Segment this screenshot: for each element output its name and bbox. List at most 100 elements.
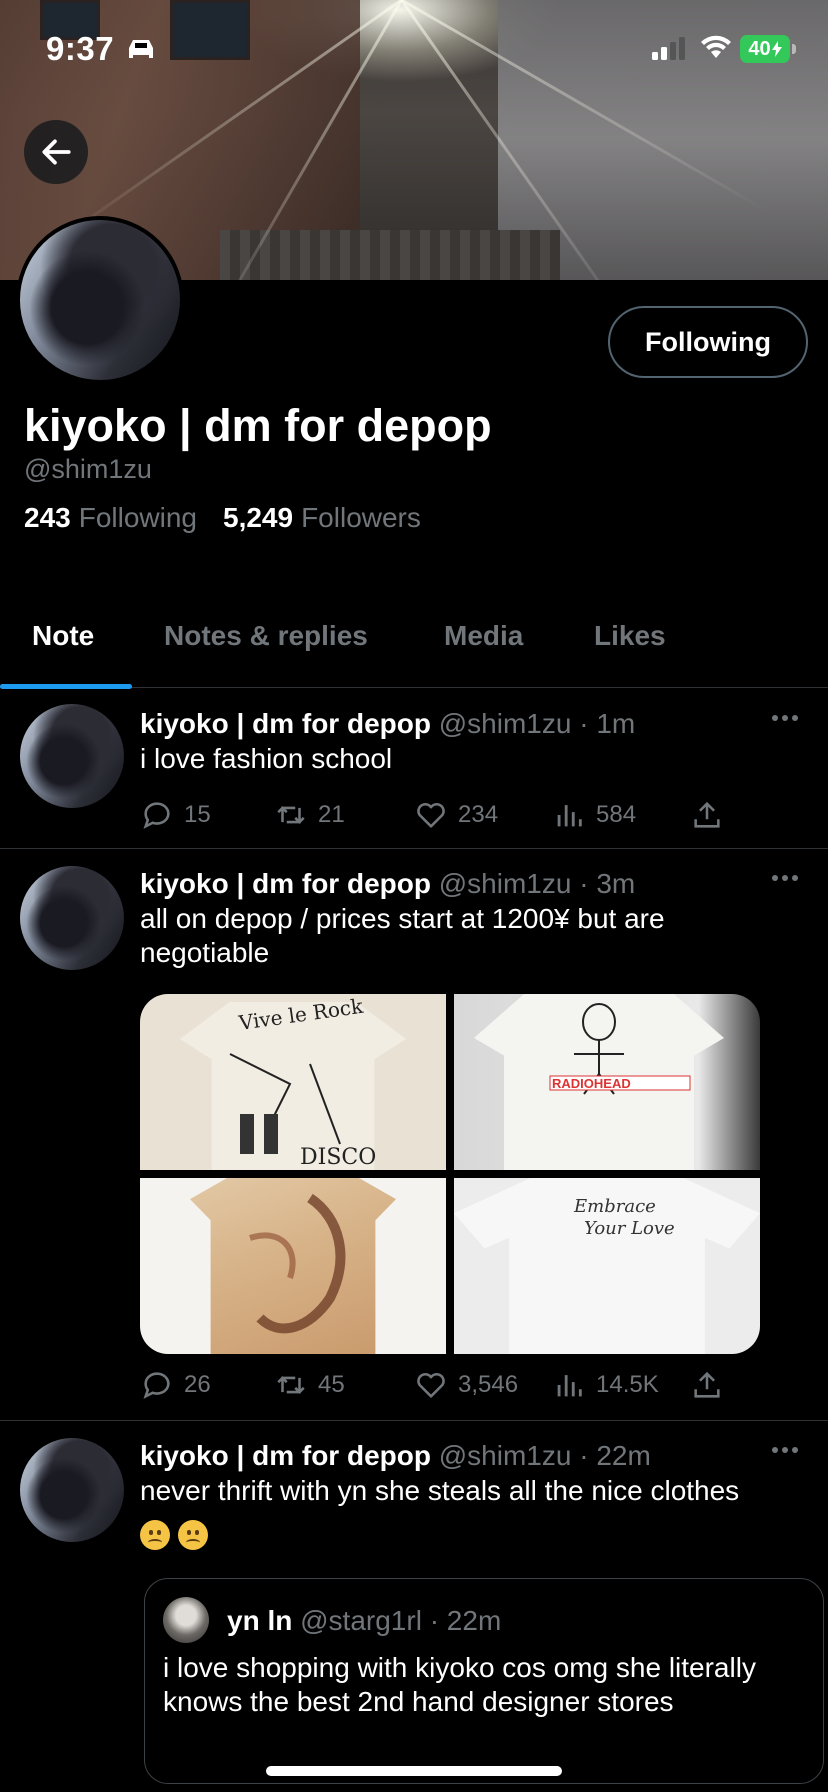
post-author-name[interactable]: kiyoko | dm for depop (140, 1440, 431, 1471)
repost-icon (277, 806, 305, 824)
following-count-link[interactable]: 243 Following (24, 502, 197, 534)
reply-icon (143, 802, 170, 829)
reply-button[interactable]: 15 (140, 798, 211, 832)
post-author-name[interactable]: kiyoko | dm for depop (140, 868, 431, 899)
more-options-icon[interactable] (770, 708, 800, 728)
post-meta: @shim1zu · 3m (438, 868, 636, 899)
followers-count-link[interactable]: 5,249 Followers (223, 502, 421, 534)
views-button[interactable]: 584 (552, 798, 636, 832)
views-button[interactable]: 14.5K (552, 1368, 659, 1402)
post-divider (0, 848, 828, 849)
media-image-radiohead-tee[interactable]: RADIOHEAD (454, 994, 760, 1170)
more-options-icon[interactable] (770, 1440, 800, 1460)
tshirt-graphic: Embrace Your Love (573, 1196, 675, 1239)
profile-avatar[interactable] (16, 216, 184, 384)
post-avatar[interactable] (20, 704, 124, 808)
quoted-post-header: yn ln @starg1rl · 22m (227, 1605, 501, 1637)
share-button[interactable] (690, 798, 724, 832)
post-avatar[interactable] (20, 866, 124, 970)
repost-button[interactable]: 45 (274, 1368, 345, 1402)
repost-button[interactable]: 21 (274, 798, 345, 832)
tab-likes[interactable]: Likes (594, 620, 666, 652)
battery-level: 40 (748, 37, 771, 60)
tab-notes-and-replies[interactable]: Notes & replies (164, 620, 368, 652)
emoji-row (140, 1516, 810, 1550)
media-image-painted-figure-tee[interactable] (140, 1178, 446, 1354)
reply-count: 26 (184, 1371, 211, 1398)
svg-text:Vive le Rock: Vive le Rock (236, 994, 365, 1035)
status-bar: 9:37 40 (0, 28, 828, 72)
profile-tabs: Note Notes & replies Media Likes (0, 596, 828, 689)
post-actions: 26 45 3,546 14.5K (140, 1368, 720, 1404)
post-actions: 15 21 234 584 (140, 798, 720, 834)
battery-indicator: 40 (740, 35, 790, 63)
post-text-body: never thrift with yn she steals all the … (140, 1475, 740, 1506)
followers-label: Followers (301, 502, 421, 533)
quoted-post[interactable]: yn ln @starg1rl · 22m i love shopping wi… (144, 1578, 824, 1784)
like-button[interactable]: 3,546 (414, 1368, 518, 1402)
home-indicator[interactable] (266, 1766, 562, 1776)
media-image-vive-le-rock-tee[interactable]: Vive le Rock DISCO (140, 994, 446, 1170)
views-count: 14.5K (596, 1371, 659, 1398)
following-label: Following (78, 502, 197, 533)
tshirt-graphic: Vive le Rock DISCO (229, 994, 376, 1170)
like-button[interactable]: 234 (414, 798, 498, 832)
follow-counts: 243 Following 5,249 Followers (24, 502, 421, 534)
post-header: kiyoko | dm for depop @shim1zu · 22m (140, 1440, 651, 1472)
like-count: 234 (458, 801, 499, 828)
profile-display-name: kiyoko | dm for depop (24, 400, 492, 451)
svg-text:Your Love: Your Love (584, 1218, 675, 1239)
arrow-left-icon (42, 139, 71, 165)
quoted-post-text: i love shopping with kiyoko cos omg she … (163, 1652, 756, 1717)
post-avatar[interactable] (20, 1438, 124, 1542)
tab-media[interactable]: Media (444, 620, 523, 652)
quoted-post-meta: @starg1rl · 22m (300, 1605, 502, 1636)
car-icon (129, 40, 153, 58)
svg-text:Embrace: Embrace (573, 1196, 656, 1217)
repost-count: 45 (318, 1371, 345, 1398)
like-count: 3,546 (458, 1371, 519, 1398)
views-chart-icon (557, 1375, 582, 1397)
post-header: kiyoko | dm for depop @shim1zu · 3m (140, 868, 635, 900)
views-count: 584 (596, 801, 637, 828)
heart-icon (417, 802, 445, 828)
post[interactable]: kiyoko | dm for depop @shim1zu · 1m i lo… (0, 688, 828, 848)
share-icon (694, 1371, 720, 1398)
post-meta: @shim1zu · 1m (438, 708, 636, 739)
media-image-white-script-tee[interactable]: Embrace Your Love (454, 1178, 760, 1354)
more-options-icon[interactable] (770, 868, 800, 888)
tshirt-graphic: RADIOHEAD (549, 1003, 691, 1095)
wifi-icon (701, 35, 731, 58)
cellular-signal-icon (652, 37, 685, 60)
following-count: 243 (24, 502, 71, 533)
post-text: never thrift with yn she steals all the … (140, 1474, 810, 1550)
post-text: i love fashion school (140, 743, 393, 774)
reply-icon (143, 1372, 170, 1399)
svg-text:RADIOHEAD: RADIOHEAD (552, 1076, 631, 1091)
post-header: kiyoko | dm for depop @shim1zu · 1m (140, 708, 635, 740)
share-button[interactable] (690, 1368, 724, 1402)
post-text: all on depop / prices start at 1200¥ but… (140, 903, 665, 968)
share-icon (694, 801, 720, 828)
battery-tip (792, 44, 796, 54)
reply-button[interactable]: 26 (140, 1368, 211, 1402)
heart-icon (417, 1372, 445, 1398)
repost-icon (277, 1376, 305, 1394)
back-button[interactable] (24, 120, 88, 184)
quoted-author-avatar (163, 1597, 209, 1643)
tab-note[interactable]: Note (32, 620, 94, 652)
post-author-name[interactable]: kiyoko | dm for depop (140, 708, 431, 739)
profile-handle: @shim1zu (24, 454, 152, 484)
charging-bolt-icon (771, 41, 782, 57)
slightly-frowning-face-emoji (178, 1519, 208, 1550)
views-chart-icon (557, 805, 582, 827)
following-button[interactable]: Following (608, 306, 808, 378)
slightly-frowning-face-emoji (140, 1519, 170, 1550)
quoted-author-name: yn ln (227, 1605, 293, 1636)
post-meta: @shim1zu · 22m (438, 1440, 651, 1471)
post-divider (0, 1420, 828, 1421)
repost-count: 21 (318, 801, 345, 828)
tshirt-graphic (249, 1193, 346, 1334)
reply-count: 15 (184, 801, 211, 828)
followers-count: 5,249 (223, 502, 294, 533)
